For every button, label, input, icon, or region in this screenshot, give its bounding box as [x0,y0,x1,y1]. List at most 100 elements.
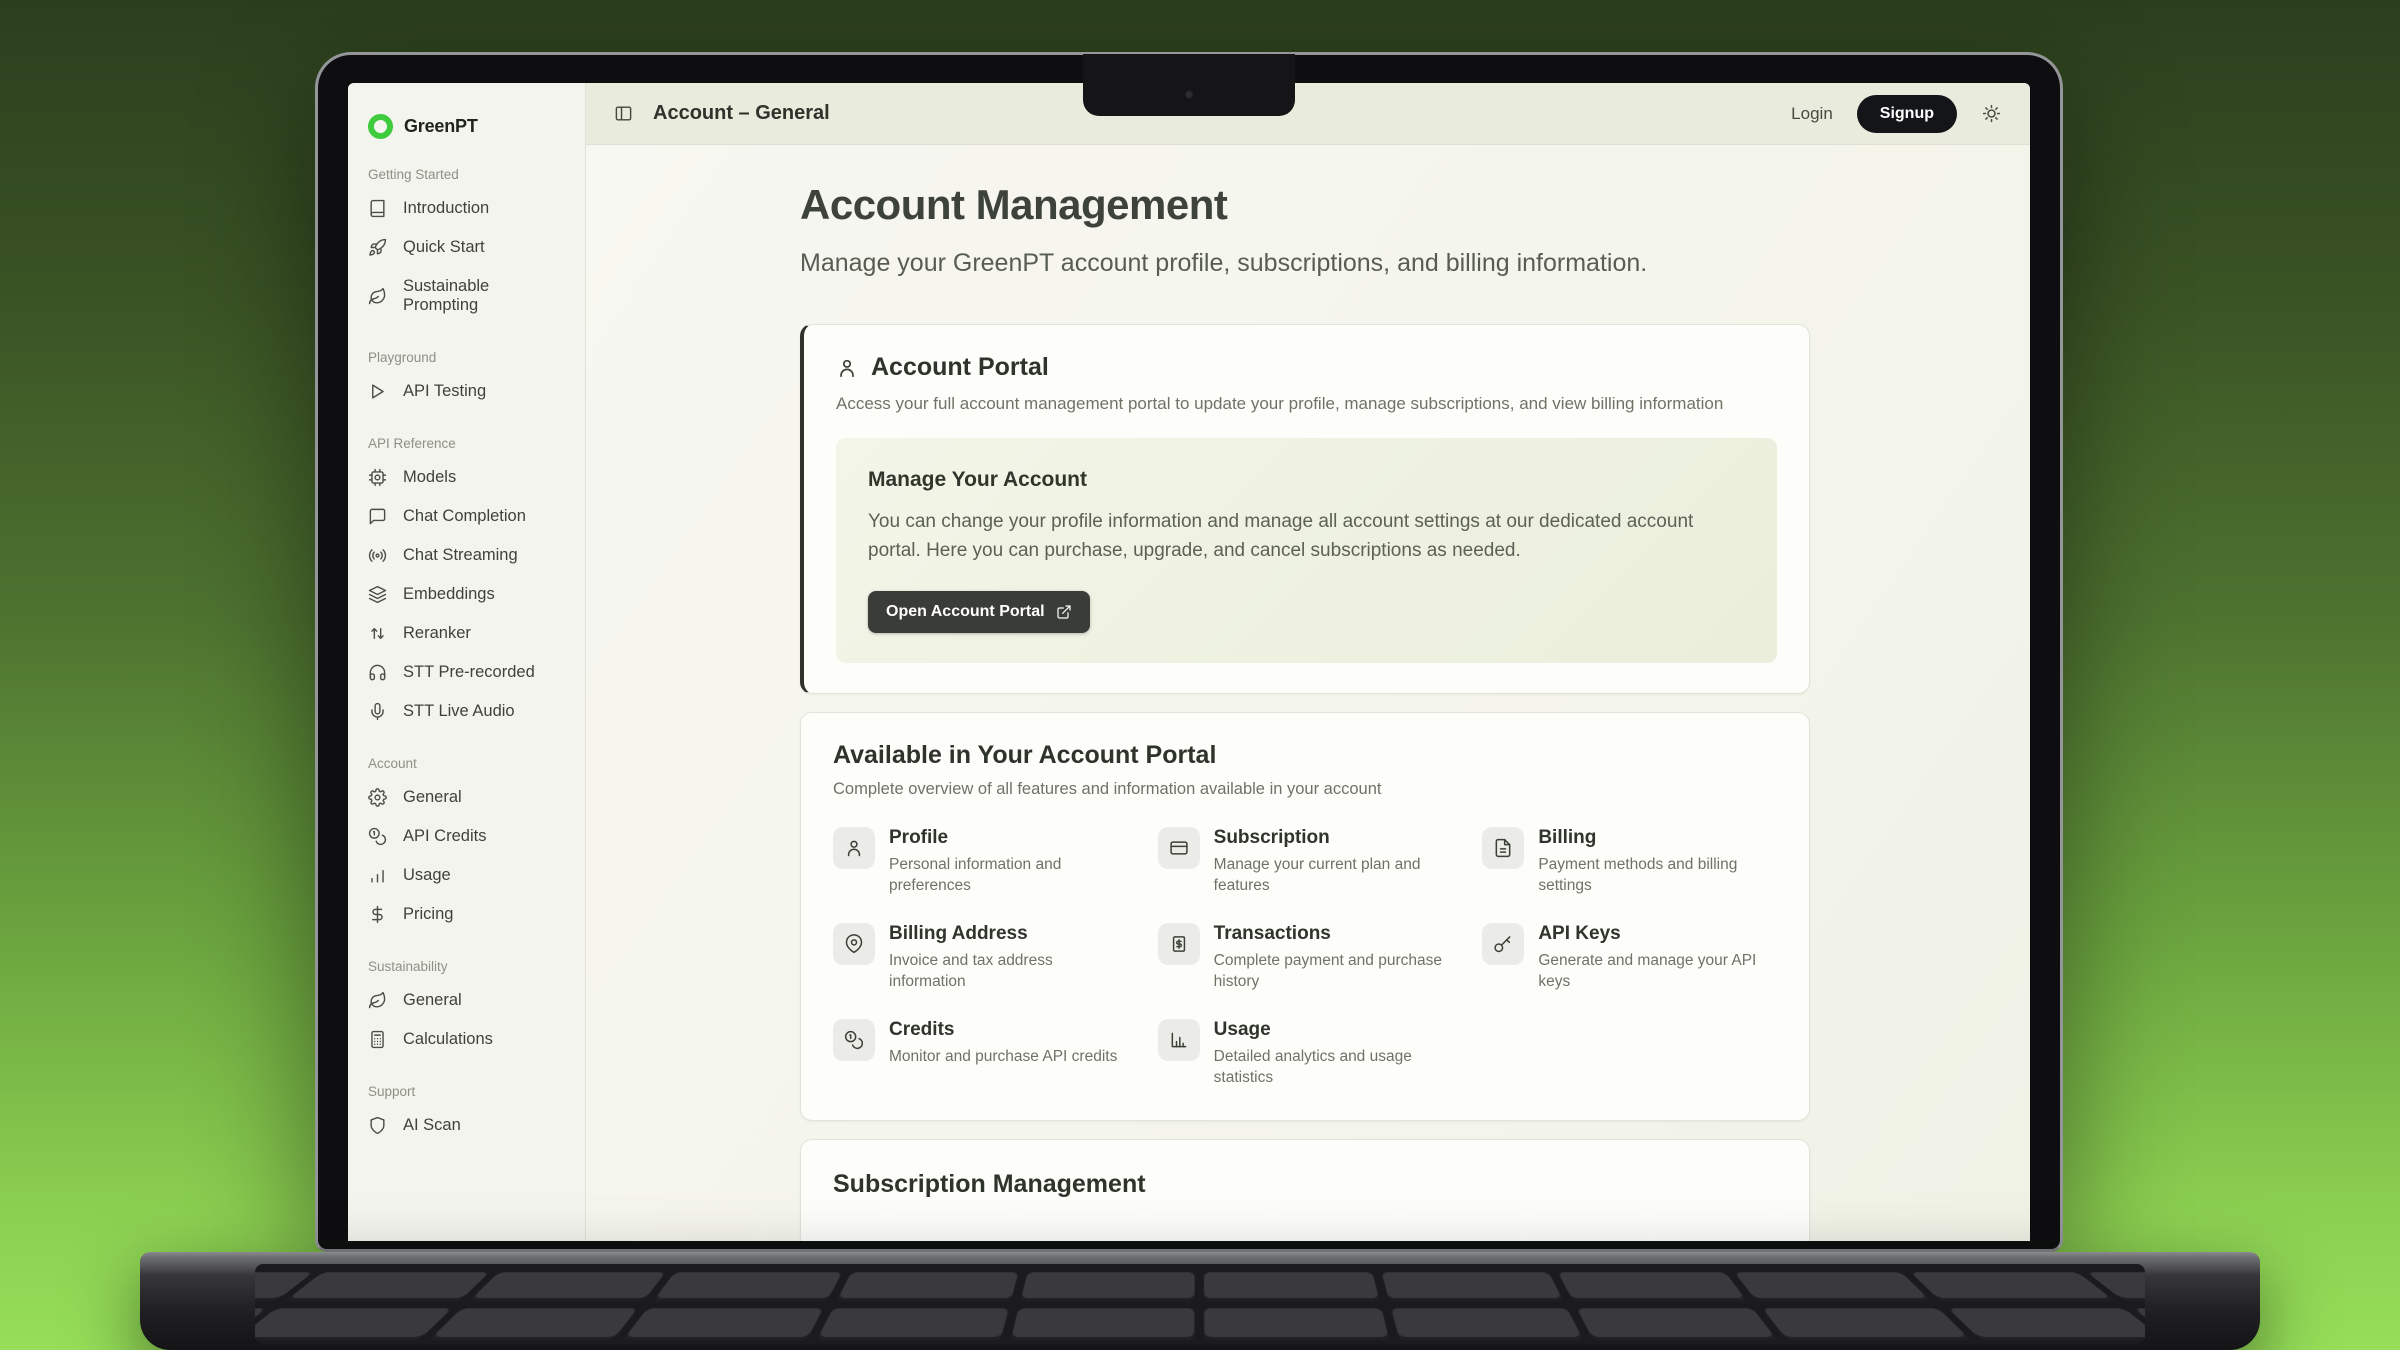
chat-bubble-icon [368,507,387,526]
feature-item-subscription: SubscriptionManage your current plan and… [1158,827,1453,897]
panel-left-icon[interactable] [614,104,633,123]
signup-button[interactable]: Signup [1857,95,1957,133]
sidebar-item-support-ai-scan[interactable]: AI Scan [368,1106,565,1145]
sidebar-item-api-reference-stt-live-audio[interactable]: STT Live Audio [368,692,565,731]
sidebar-item-playground-api-testing[interactable]: API Testing [368,372,565,411]
portal-features-subtitle: Complete overview of all features and in… [833,780,1777,799]
keyboard-key [1381,1272,1563,1301]
feature-title: Billing [1538,827,1777,849]
subscription-management-card: Subscription Management [800,1139,1810,1241]
features-grid: ProfilePersonal information and preferen… [833,827,1777,1088]
feature-description: Complete payment and purchase history [1214,950,1453,993]
sidebar-item-sustainability-calculations[interactable]: Calculations [368,1020,565,1059]
sidebar-item-label: Chat Completion [403,507,526,526]
subscription-management-title: Subscription Management [833,1170,1777,1199]
sidebar-item-label: API Testing [403,382,486,401]
brand-name: GreenPT [404,116,478,137]
sidebar-item-label: Chat Streaming [403,546,518,565]
sidebar-item-api-reference-embeddings[interactable]: Embeddings [368,575,565,614]
feature-item-usage: UsageDetailed analytics and usage statis… [1158,1019,1453,1089]
sidebar-item-api-reference-chat-completion[interactable]: Chat Completion [368,497,565,536]
sidebar-item-account-general[interactable]: General [368,778,565,817]
manage-account-title: Manage Your Account [868,468,1745,492]
keyboard-key [1762,1308,1971,1340]
keyboard-key [653,1272,842,1301]
nav-section-label-sustainability: Sustainability [368,959,565,974]
sidebar-item-api-reference-chat-streaming[interactable]: Chat Streaming [368,536,565,575]
feature-description: Monitor and purchase API credits [889,1046,1117,1067]
feature-icon-tile [1158,827,1200,869]
external-link-icon [1056,604,1072,620]
feature-text: ProfilePersonal information and preferen… [889,827,1128,897]
feature-item-profile: ProfilePersonal information and preferen… [833,827,1128,897]
keyboard-key [1734,1272,1931,1301]
receipt-icon [1169,934,1189,954]
invoice-icon [1493,838,1513,858]
sun-icon[interactable] [1981,103,2002,124]
feature-title: API Keys [1538,923,1777,945]
headphones-icon [368,663,387,682]
main-area: Account – General Login Signup Account M… [586,83,2030,1241]
sidebar-nav: Getting StartedIntroductionQuick StartSu… [348,147,585,1165]
sidebar: GreenPT Getting Started Introduction Quick… [348,83,586,1241]
sidebar-item-api-reference-models[interactable]: Models [368,458,565,497]
leaf-icon [368,991,387,1010]
open-account-portal-label: Open Account Portal [886,603,1045,621]
sidebar-item-account-usage[interactable]: Usage [368,856,565,895]
book-icon [368,199,387,218]
sidebar-item-label: Usage [403,866,451,885]
sidebar-item-account-api-credits[interactable]: API Credits [368,817,565,856]
sidebar-item-getting-started-sustainable-prompting[interactable]: Sustainable Prompting [368,267,565,325]
keyboard-key [1948,1308,2145,1340]
content-column: Account Management Manage your GreenPT a… [800,181,1810,1241]
sidebar-item-label: Calculations [403,1030,493,1049]
feature-description: Generate and manage your API keys [1538,950,1777,993]
feature-text: BillingPayment methods and billing setti… [1538,827,1777,897]
keyboard-key [469,1272,666,1301]
feature-icon-tile [1482,923,1524,965]
sidebar-item-account-pricing[interactable]: Pricing [368,895,565,934]
laptop-screen: GreenPT Getting Started Introduction Quick… [315,52,2063,1252]
keyboard [255,1264,2145,1344]
chart-icon [1169,1030,1189,1050]
keyboard-key [285,1272,489,1301]
content-scroll-area[interactable]: Account Management Manage your GreenPT a… [586,145,2030,1241]
leaf-icon [368,287,387,306]
manage-account-body: You can change your profile information … [868,508,1745,565]
account-portal-card: Account Portal Access your full account … [800,324,1810,694]
shield-icon [368,1116,387,1135]
calculator-icon [368,1030,387,1049]
keyboard-key [255,1308,452,1340]
sidebar-item-label: Introduction [403,199,489,218]
person-icon [836,357,858,379]
play-icon [368,382,387,401]
sidebar-item-getting-started-quick-start[interactable]: Quick Start [368,228,565,267]
keyboard-key [837,1272,1019,1301]
keyboard-key [1391,1308,1583,1340]
brand-logo[interactable]: GreenPT [348,105,585,147]
feature-title: Usage [1214,1019,1453,1041]
coins-icon [368,827,387,846]
broadcast-icon [368,546,387,565]
feature-item-credits: CreditsMonitor and purchase API credits [833,1019,1128,1089]
sidebar-item-getting-started-introduction[interactable]: Introduction [368,189,565,228]
open-account-portal-button[interactable]: Open Account Portal [868,591,1090,633]
sidebar-item-api-reference-stt-pre-recorded[interactable]: STT Pre-recorded [368,653,565,692]
sidebar-item-sustainability-general[interactable]: General [368,981,565,1020]
login-link[interactable]: Login [1791,104,1833,124]
person-icon [844,838,864,858]
nav-section-label-account: Account [368,756,565,771]
keyboard-key [1011,1308,1195,1340]
sidebar-item-label: Embeddings [403,585,495,604]
feature-title: Transactions [1214,923,1453,945]
sidebar-item-label: STT Pre-recorded [403,663,535,682]
page-subtitle: Manage your GreenPT account profile, sub… [800,249,1810,278]
keyboard-key [623,1308,824,1340]
sidebar-item-api-reference-reranker[interactable]: Reranker [368,614,565,653]
feature-item-billing-address: Billing AddressInvoice and tax address i… [833,923,1128,993]
portal-features-card: Available in Your Account Portal Complet… [800,712,1810,1121]
feature-text: SubscriptionManage your current plan and… [1214,827,1453,897]
nav-section-label-getting-started: Getting Started [368,167,565,182]
feature-icon-tile [833,827,875,869]
portal-features-title: Available in Your Account Portal [833,741,1777,770]
